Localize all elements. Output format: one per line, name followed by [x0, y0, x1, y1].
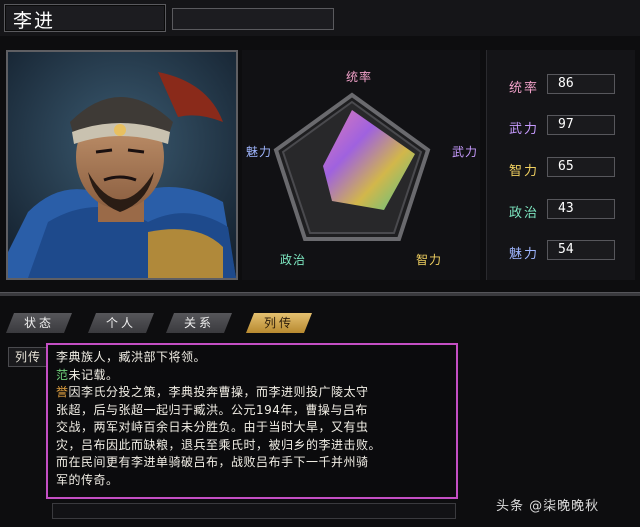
- tab-personal[interactable]: 个人: [88, 313, 154, 333]
- attribute-radar: 统率 武力 智力 政治 魅力: [242, 50, 480, 280]
- bio-marker: 范: [56, 367, 69, 382]
- tab-relations[interactable]: 关系: [166, 313, 232, 333]
- tab-status[interactable]: 状态: [6, 313, 72, 333]
- stat-value: 86: [547, 74, 615, 94]
- bio-footer-box: [52, 503, 456, 519]
- bio-line: 而在民间更有李进单骑破吕布，战败吕布手下一千并州骑: [56, 455, 369, 469]
- stat-value: 65: [547, 157, 615, 177]
- bio-line: 灾，吕布因此而缺粮，退兵至乘氏时，被归乡的李进击败。: [56, 437, 382, 452]
- character-portrait: [6, 50, 238, 280]
- radar-label-zhili: 智力: [416, 253, 443, 267]
- section-divider: [0, 292, 640, 296]
- stat-label: 统率: [509, 81, 540, 96]
- portrait-illustration: [8, 52, 236, 278]
- bio-line: 李典族人，臧洪部下将领。: [56, 350, 207, 364]
- character-name-box: 李进: [4, 4, 166, 32]
- stat-row-zhili: 智力 65: [487, 157, 635, 181]
- bio-line: 范未记载。: [56, 367, 119, 382]
- bio-label: 列传: [8, 347, 48, 367]
- stat-row-meili: 魅力 54: [487, 240, 635, 264]
- stat-label: 智力: [509, 164, 540, 179]
- watermark: 头条 @柒晚晚秋: [496, 499, 600, 514]
- character-name: 李进: [13, 10, 56, 32]
- title-bar: 李进: [0, 0, 640, 36]
- radar-label-meili: 魅力: [246, 145, 273, 159]
- tab-biography[interactable]: 列传: [246, 313, 312, 333]
- bio-marker: 誉: [56, 385, 69, 399]
- stat-value: 43: [547, 199, 615, 219]
- bio-line: 交战，两军对峙百余日未分胜负。由于当时大旱，又有虫: [56, 420, 369, 434]
- bio-line: 张超，后与张超一起归于臧洪。公元194年，曹操与吕布: [56, 402, 368, 417]
- bio-line: 军的传奇。: [56, 472, 119, 487]
- radar-label-wuli: 武力: [452, 145, 479, 159]
- stat-value: 97: [547, 115, 615, 135]
- stat-row-zhengzhi: 政治 43: [487, 199, 635, 223]
- biography-text: 李典族人，臧洪部下将领。 范未记载。 誉因李氏分投之策，李典投奔曹操，而李进则投…: [46, 343, 458, 499]
- stat-row-wuli: 武力 97: [487, 115, 635, 139]
- radar-label-zhengzhi: 政治: [280, 253, 307, 267]
- stat-label: 武力: [509, 122, 540, 137]
- stat-row-tongshuai: 统率 86: [487, 74, 635, 98]
- secondary-field: [172, 8, 334, 30]
- stat-label: 魅力: [509, 247, 540, 262]
- stat-value: 54: [547, 240, 615, 260]
- stat-label: 政治: [509, 206, 540, 221]
- radar-label-tongshuai: 统率: [346, 70, 373, 84]
- bio-line: 誉因李氏分投之策，李典投奔曹操，而李进则投广陵太守: [56, 385, 369, 399]
- stats-panel: 统率 86 武力 97 智力 65 政治 43 魅力 54: [486, 50, 635, 280]
